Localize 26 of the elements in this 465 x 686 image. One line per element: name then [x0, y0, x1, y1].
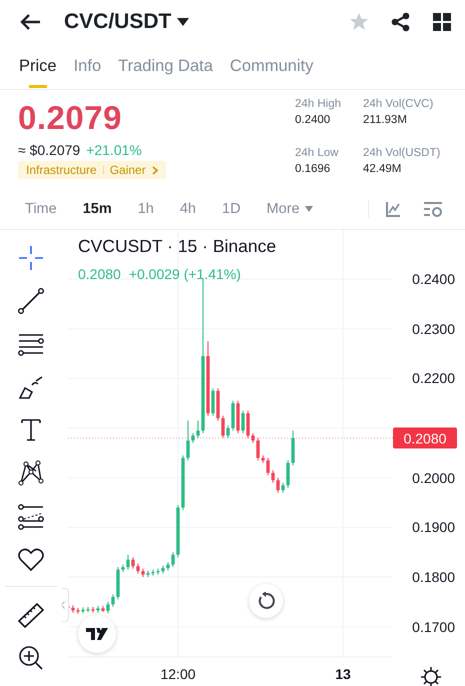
- usd-price: ≈ $0.2079: [18, 142, 80, 158]
- tag-label: Gainer: [110, 163, 146, 177]
- axis-label: 0.2000: [412, 470, 455, 486]
- price-readout: 0.2080: [78, 266, 121, 282]
- axis-label: 0.2200: [412, 370, 455, 386]
- axis-label: 0.2400: [412, 271, 455, 288]
- chart-title: CVCUSDT · 15 · Binance: [78, 236, 276, 257]
- change-readout: +0.0029 (+1.41%): [128, 266, 241, 282]
- axis-label: 0.1800: [412, 569, 455, 586]
- axis-label: 0.1900: [412, 519, 455, 536]
- stat-label: 24h Vol(USDT): [363, 147, 442, 159]
- stat-label: 24h Vol(CVC): [363, 98, 434, 110]
- stat-value: 42.49M: [363, 163, 402, 175]
- axis-label: 12:00: [160, 666, 196, 682]
- stat-value: 211.93M: [363, 114, 408, 126]
- axis-label: 13: [335, 666, 351, 682]
- stat-label: 24h High: [295, 98, 342, 110]
- stat-value: 0.2400: [295, 114, 332, 126]
- stat-value: 0.1696: [295, 163, 332, 175]
- last-price: 0.2079: [18, 100, 123, 136]
- stat-label: 24h Low: [295, 147, 340, 159]
- last-price-label: 0.2080: [393, 428, 457, 449]
- axis-label: 0.2300: [412, 320, 455, 337]
- price-change: +21.01%: [86, 142, 142, 158]
- tag-label: Infrastructure: [26, 163, 97, 177]
- axis-label: 0.1700: [412, 618, 455, 635]
